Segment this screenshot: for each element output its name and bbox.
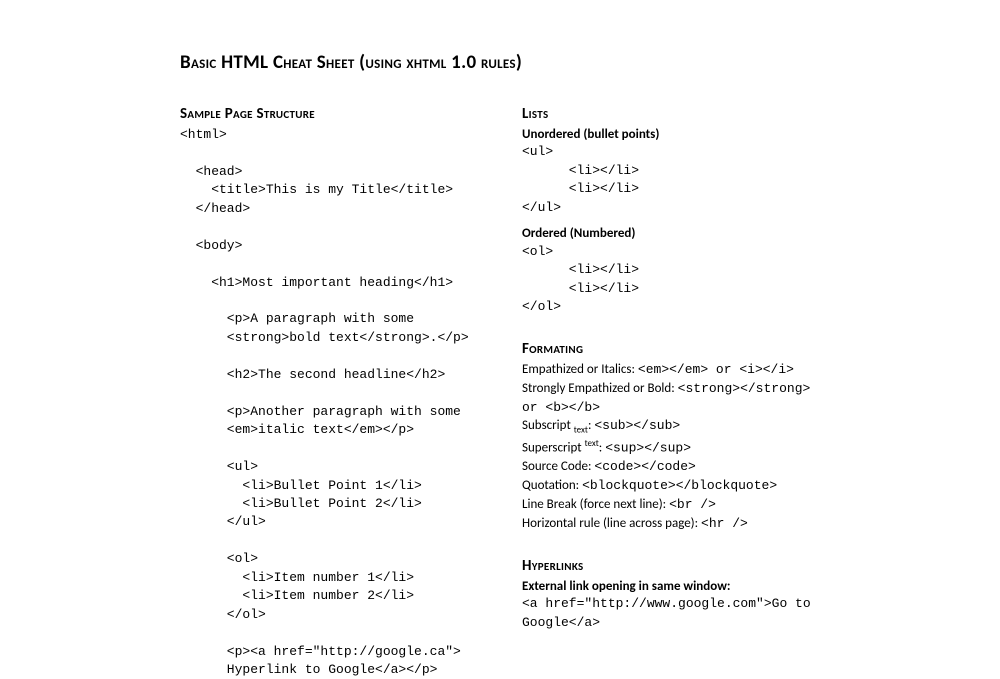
formatting-label: Horizontal rule (line across page): <box>522 516 701 531</box>
formatting-label: Superscript <box>522 440 585 455</box>
formatting-row: Horizontal rule (line across page): <hr … <box>522 515 832 534</box>
formatting-code: <sub></sub> <box>594 418 680 433</box>
formatting-label: Empathized or Italics: <box>522 362 638 377</box>
formatting-code: <blockquote></blockquote> <box>582 478 777 493</box>
formatting-label: Quotation: <box>522 478 582 493</box>
formatting-row: Superscript text: <sup></sup> <box>522 437 832 458</box>
formatting-row: Empathized or Italics: <em></em> or <i><… <box>522 361 832 380</box>
section-heading-hyperlinks: Hyperlinks <box>522 556 832 576</box>
lists-unordered-code: <ul> <li></li> <li></li> </ul> <box>522 143 832 217</box>
section-heading-formatting: Formating <box>522 339 832 359</box>
lists-unordered-label: Unordered (bullet points) <box>522 126 832 144</box>
section-heading-sample: Sample Page Structure <box>180 104 480 124</box>
lists-ordered-label: Ordered (Numbered) <box>522 225 832 243</box>
formatting-label: Source Code: <box>522 459 594 474</box>
hyperlinks-sublabel: External link opening in same window: <box>522 578 832 596</box>
formatting-superscript: text <box>585 438 599 449</box>
sample-code-block: <html> <head> <title>This is my Title</t… <box>180 126 480 679</box>
column-right: Lists Unordered (bullet points) <ul> <li… <box>522 104 832 679</box>
formatting-code: <code></code> <box>594 459 695 474</box>
formatting-label: Line Break (force next line): <box>522 497 669 512</box>
formatting-code: <br /> <box>669 497 716 512</box>
section-heading-lists: Lists <box>522 104 832 124</box>
formatting-row: Strongly Empathized or Bold: <strong></s… <box>522 380 832 418</box>
formatting-label: Subscript <box>522 418 574 433</box>
formatting-rows: Empathized or Italics: <em></em> or <i><… <box>522 361 832 534</box>
formatting-code: <em></em> or <i></i> <box>638 362 794 377</box>
formatting-row: Subscript text: <sub></sub> <box>522 417 832 437</box>
formatting-label: Strongly Empathized or Bold: <box>522 381 678 396</box>
formatting-row: Quotation: <blockquote></blockquote> <box>522 477 832 496</box>
column-left: Sample Page Structure <html> <head> <tit… <box>180 104 480 679</box>
hyperlinks-code: <a href="http://www.google.com">Go to Go… <box>522 595 832 632</box>
lists-ordered-code: <ol> <li></li> <li></li> </ol> <box>522 243 832 317</box>
formatting-row: Source Code: <code></code> <box>522 458 832 477</box>
page-title: Basic HTML Cheat Sheet (using xhtml 1.0 … <box>180 50 1000 76</box>
formatting-row: Line Break (force next line): <br /> <box>522 496 832 515</box>
formatting-subscript: text <box>574 425 588 436</box>
content-columns: Sample Page Structure <html> <head> <tit… <box>180 104 1000 679</box>
formatting-code: <sup></sup> <box>605 440 691 455</box>
formatting-code: <hr /> <box>701 516 748 531</box>
